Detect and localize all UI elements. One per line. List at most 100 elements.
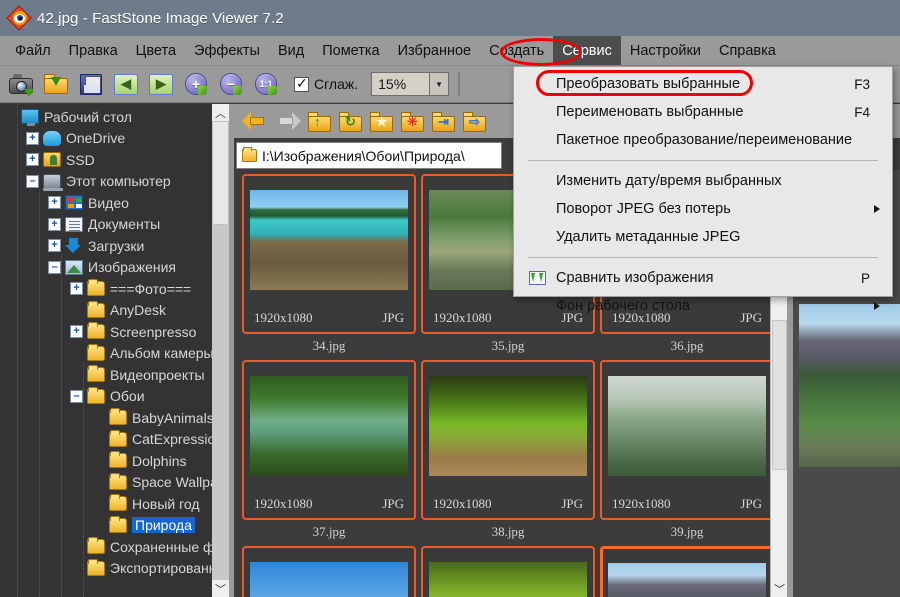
menu-create[interactable]: Создать	[480, 36, 553, 65]
thumbnail-card[interactable]: 1920x1080JPG	[600, 546, 774, 597]
thumbnail-item[interactable]: 1920x1080 JPG 37.jpg	[240, 358, 418, 544]
next-image-icon[interactable]: ▶	[146, 70, 176, 99]
tree-node[interactable]: Видеопроекты	[4, 364, 212, 386]
move-to-folder-icon[interactable]: ⇨	[463, 111, 487, 132]
thumbnail-card[interactable]: 1920x1080JPG	[242, 174, 416, 334]
expand-icon[interactable]: +	[26, 131, 39, 145]
collapse-icon[interactable]: –	[48, 260, 61, 274]
tree-node[interactable]: AnyDesk	[4, 300, 212, 322]
expand-icon[interactable]: +	[26, 153, 39, 167]
thumbnail-meta: 1920x1080 JPG	[602, 496, 772, 512]
menu-edit[interactable]: Правка	[60, 36, 127, 65]
menu-favorites[interactable]: Избранное	[389, 36, 480, 65]
thumbnail-card[interactable]: 1920x1080JPG	[600, 360, 774, 520]
screen-capture-icon[interactable]	[6, 70, 36, 99]
tree-node[interactable]: – Обои	[4, 386, 212, 408]
thumbnail-card[interactable]: 1920x1080JPG	[242, 546, 416, 597]
tree-node[interactable]: – Изображения	[4, 257, 212, 279]
new-folder-icon[interactable]: ✳	[401, 111, 425, 132]
expand-icon[interactable]: +	[70, 325, 83, 339]
tree-node[interactable]: CatExpression	[4, 429, 212, 451]
copy-to-folder-icon[interactable]: ⇥	[432, 111, 456, 132]
actual-size-icon[interactable]: 1:1	[251, 70, 281, 99]
open-folder-icon[interactable]	[41, 70, 71, 99]
menu-item-1[interactable]: Переименовать выбранные F4	[514, 98, 892, 126]
expand-icon[interactable]: +	[70, 282, 83, 296]
menu-item-4[interactable]: Изменить дату/время выбранных	[514, 167, 892, 195]
tree-node[interactable]: + ===Фото===	[4, 278, 212, 300]
tree-node[interactable]: + SSD	[4, 149, 212, 171]
forward-arrow-icon[interactable]	[275, 111, 301, 131]
refresh-folder-icon[interactable]: ↻	[339, 111, 363, 132]
thumbnail-item[interactable]: 1920x1080JPG41.jpg	[419, 544, 597, 597]
thumbnail-dimensions: 1920x1080	[433, 496, 492, 511]
favorites-folder-icon[interactable]: ★	[370, 111, 394, 132]
thumbnail-card[interactable]: 1920x1080JPG	[421, 546, 595, 597]
menu-view[interactable]: Вид	[269, 36, 313, 65]
menu-item-5[interactable]: Поворот JPEG без потерь	[514, 195, 892, 223]
expand-icon[interactable]: +	[48, 196, 61, 210]
tree-node[interactable]: + Видео	[4, 192, 212, 214]
tree-node[interactable]: + Загрузки	[4, 235, 212, 257]
thumbnail-card[interactable]: 1920x1080JPG	[421, 360, 595, 520]
menu-colors[interactable]: Цвета	[127, 36, 185, 65]
folder-icon	[87, 386, 105, 404]
tree-node[interactable]: Новый год	[4, 493, 212, 515]
thumbnail-item[interactable]: 1920x1080 JPG 38.jpg	[419, 358, 597, 544]
menu-tools[interactable]: Сервис	[553, 36, 621, 65]
thumbnail-item[interactable]: 1920x1080JPG40.jpg	[240, 544, 418, 597]
zoom-out-icon[interactable]: −	[216, 70, 246, 99]
tree-node[interactable]: – Этот компьютер	[4, 171, 212, 193]
menu-item-9[interactable]: Фон рабочего стола	[514, 292, 892, 320]
save-icon[interactable]	[76, 70, 106, 99]
tree-node-label: Загрузки	[88, 237, 145, 254]
tree-node[interactable]: Сохраненные фо	[4, 536, 212, 558]
tree-node[interactable]: + Документы	[4, 214, 212, 236]
chevron-down-icon[interactable]: ▼	[429, 72, 450, 96]
folder-icon	[87, 300, 105, 318]
tree-node[interactable]: + Screenpresso	[4, 321, 212, 343]
menu-effects[interactable]: Эффекты	[185, 36, 269, 65]
menu-settings[interactable]: Настройки	[621, 36, 710, 65]
folder-tree-panel[interactable]: Рабочий стол + OneDrive + SSD – Этот компьютер…	[0, 104, 212, 597]
thumbnail-card[interactable]: 1920x1080JPG	[242, 360, 416, 520]
tree-node[interactable]: Природа	[4, 515, 212, 537]
thumbnail-item[interactable]: 1920x1080 JPG 39.jpg	[598, 358, 776, 544]
menu-item-0[interactable]: Преобразовать выбранные F3	[514, 70, 892, 98]
folder-icon	[109, 515, 127, 533]
tree-node[interactable]: Dolphins	[4, 450, 212, 472]
expand-icon[interactable]: +	[48, 217, 61, 231]
tree-node[interactable]: Альбом камеры	[4, 343, 212, 365]
back-arrow-icon[interactable]	[242, 111, 268, 131]
smoothing-checkbox[interactable]	[294, 75, 309, 92]
thumbnail-item[interactable]: 1920x1080JPG42.jpg	[598, 544, 776, 597]
previous-image-icon[interactable]: ◀	[111, 70, 141, 99]
zoom-level-combobox[interactable]: 15% ▼	[371, 72, 450, 96]
tree-node[interactable]: Рабочий стол	[4, 106, 212, 128]
tree-node[interactable]: BabyAnimals	[4, 407, 212, 429]
path-bar[interactable]: I:\Изображения\Обои\Природа\	[236, 142, 502, 169]
scroll-down-icon[interactable]: ﹀	[212, 580, 229, 597]
collapse-icon[interactable]: –	[26, 174, 39, 188]
up-folder-icon[interactable]: ↑	[308, 111, 332, 132]
collapse-icon[interactable]: –	[70, 389, 83, 403]
tree-node[interactable]: + OneDrive	[4, 128, 212, 150]
scroll-up-icon[interactable]: ︿	[212, 104, 229, 121]
tree-scroll-thumb[interactable]	[212, 121, 229, 225]
menu-help[interactable]: Справка	[710, 36, 785, 65]
menu-tag[interactable]: Пометка	[313, 36, 388, 65]
expand-icon[interactable]: +	[48, 239, 61, 253]
tree-node[interactable]: Экспортированн	[4, 558, 212, 580]
menu-item-6[interactable]: Удалить метаданные JPEG	[514, 223, 892, 251]
tree-scrollbar[interactable]: ︿ ﹀	[212, 104, 229, 597]
scroll-down-icon[interactable]: ﹀	[771, 580, 788, 597]
zoom-in-icon[interactable]: +	[181, 70, 211, 99]
menu-item-8[interactable]: Сравнить изображения P	[514, 264, 892, 292]
folder-icon	[109, 451, 127, 469]
browser-scroll-thumb[interactable]	[772, 320, 787, 470]
thumbnail-item[interactable]: 1920x1080 JPG 34.jpg	[240, 172, 418, 358]
tree-node[interactable]: Space Wallpa	[4, 472, 212, 494]
tools-dropdown-menu[interactable]: Преобразовать выбранные F3 Переименовать в…	[513, 66, 893, 314]
menu-file[interactable]: Файл	[6, 36, 60, 65]
menu-item-2[interactable]: Пакетное преобразование/переименование	[514, 126, 892, 154]
